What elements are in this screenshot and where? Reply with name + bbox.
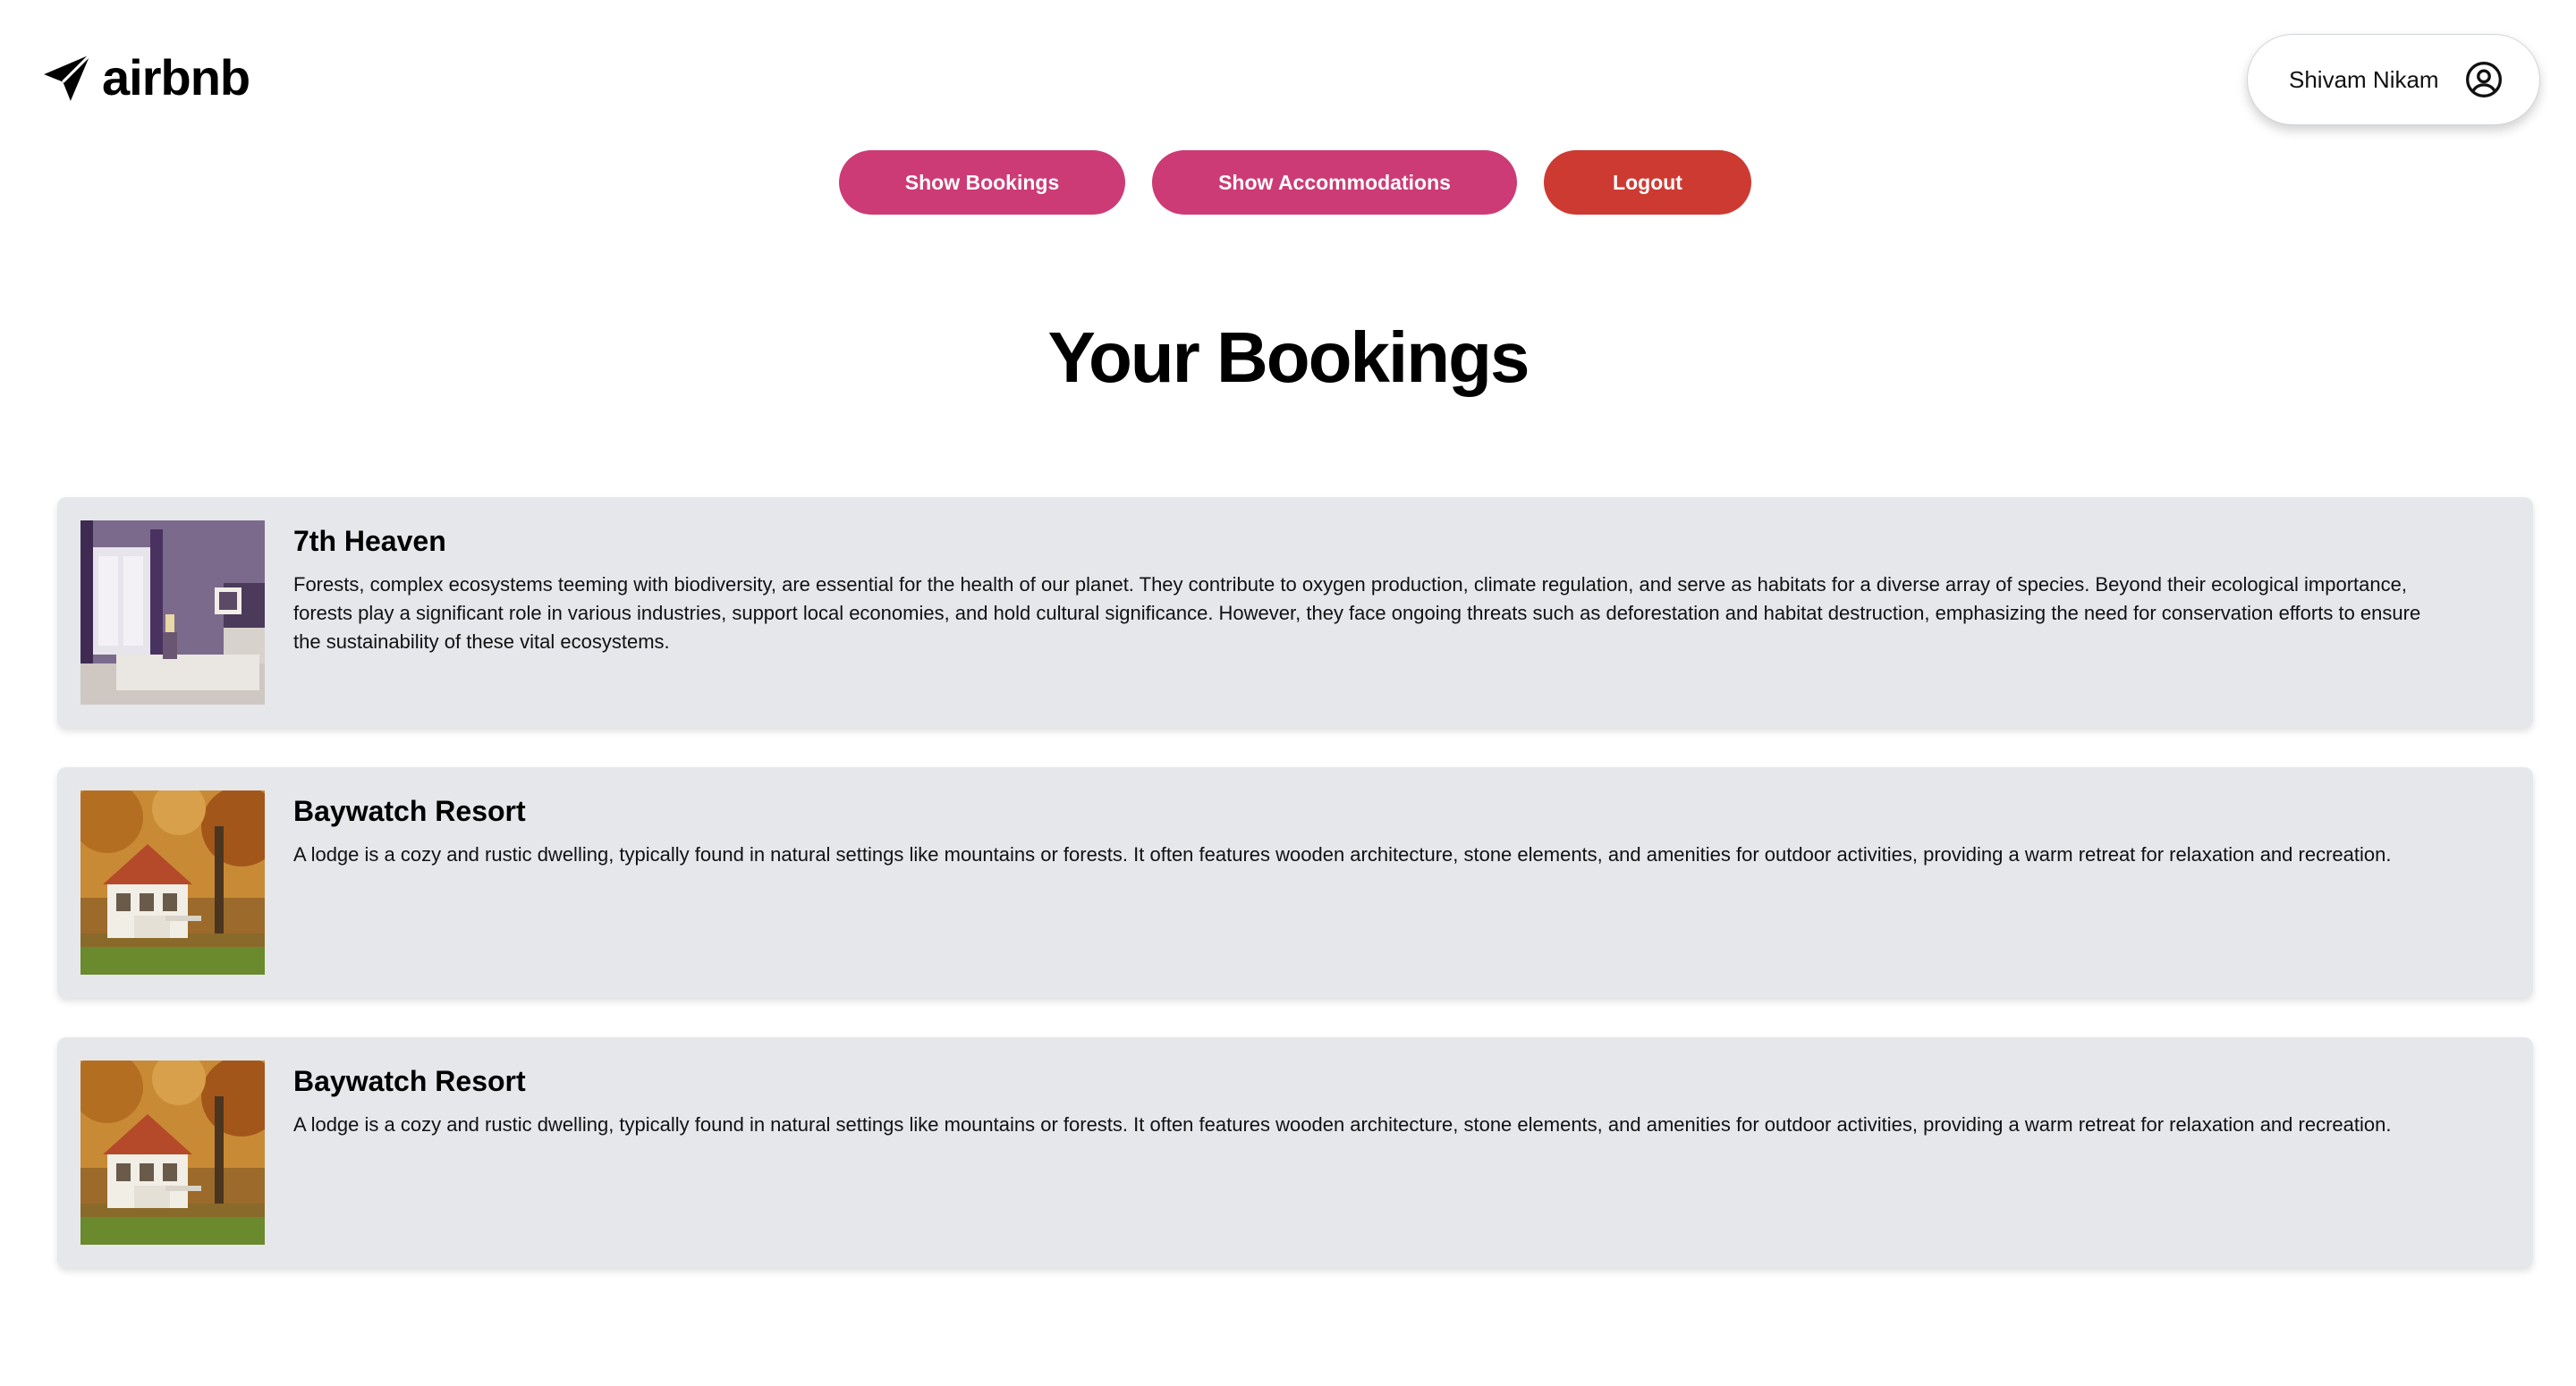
booking-description: A lodge is a cozy and rustic dwelling, t… [293,1113,2392,1137]
user-menu-button[interactable]: Shivam Nikam [2247,34,2540,125]
logo-text: airbnb [102,49,250,106]
show-accommodations-button[interactable]: Show Accommodations [1152,150,1517,215]
logo[interactable]: airbnb [39,50,250,106]
booking-details: Baywatch Resort A lodge is a cozy and ru… [293,1064,2444,1139]
booking-description: Forests, complex ecosystems teeming with… [293,573,2421,654]
nav-bar: Show Bookings Show Accommodations Logout [0,150,2576,215]
lodge-photo [80,790,265,975]
user-circle-icon [2464,60,2504,99]
show-bookings-button[interactable]: Show Bookings [839,150,1125,215]
booking-card[interactable]: Baywatch Resort A lodge is a cozy and ru… [57,1037,2533,1268]
booking-card[interactable]: 7th Heaven Forests, complex ecosystems t… [57,497,2533,728]
header: airbnb Shivam Nikam [0,0,2576,125]
booking-title: Baywatch Resort [293,795,526,827]
booking-description: A lodge is a cozy and rustic dwelling, t… [293,843,2392,866]
booking-title: 7th Heaven [293,525,446,557]
logout-button[interactable]: Logout [1544,150,1751,215]
user-name: Shivam Nikam [2289,65,2439,93]
paper-plane-icon [44,54,91,101]
page-title: Your Bookings [1047,317,1530,397]
booking-card[interactable]: Baywatch Resort A lodge is a cozy and ru… [57,767,2533,998]
booking-title: Baywatch Resort [293,1065,526,1097]
booking-details: 7th Heaven Forests, complex ecosystems t… [293,524,2444,656]
booking-details: Baywatch Resort A lodge is a cozy and ru… [293,794,2444,869]
bedroom-photo [80,520,265,705]
lodge-photo [80,1061,265,1245]
